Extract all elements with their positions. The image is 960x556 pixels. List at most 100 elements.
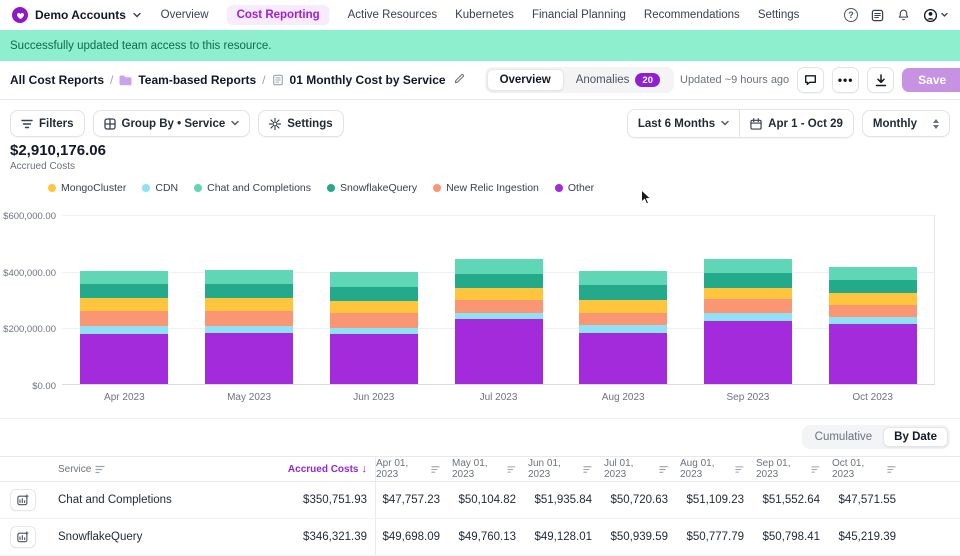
chevron-down-icon <box>941 13 948 18</box>
table-row-chat-and-completions[interactable]: Chat and Completions$350,751.93$47,757.2… <box>0 482 960 519</box>
bar-segment-snowflakequery[interactable] <box>330 287 418 301</box>
tab-overview[interactable]: Overview <box>487 69 564 91</box>
bar-segment-new-relic-ingestion[interactable] <box>205 311 293 326</box>
toggle-cumulative[interactable]: Cumulative <box>804 427 884 447</box>
date-preset-button[interactable]: Last 6 Months <box>628 110 740 137</box>
nav-item-financial-planning[interactable]: Financial Planning <box>532 9 626 21</box>
nav-item-active-resources[interactable]: Active Resources <box>348 9 437 21</box>
toggle-by-date[interactable]: By Date <box>883 427 948 447</box>
download-button[interactable] <box>867 67 894 93</box>
bar-segment-chat-and-completions[interactable] <box>579 271 667 285</box>
bar-segment-other[interactable] <box>330 334 418 384</box>
bar-segment-cdn[interactable] <box>330 328 418 335</box>
workspace-switcher[interactable]: Demo Accounts <box>12 7 141 23</box>
bar-segment-chat-and-completions[interactable] <box>455 259 543 273</box>
nav-item-settings[interactable]: Settings <box>758 9 800 21</box>
bar-segment-mongocluster[interactable] <box>205 298 293 311</box>
nav-item-recommendations[interactable]: Recommendations <box>644 9 740 21</box>
legend-item-other[interactable]: Other <box>555 182 594 194</box>
bar-jun-2023[interactable] <box>330 272 418 384</box>
bar-segment-cdn[interactable] <box>829 317 917 324</box>
bar-segment-mongocluster[interactable] <box>704 288 792 300</box>
legend-item-snowflakequery[interactable]: SnowflakeQuery <box>327 182 417 194</box>
edit-report-name-button[interactable] <box>452 73 467 87</box>
bar-segment-snowflakequery[interactable] <box>80 284 168 298</box>
bar-segment-mongocluster[interactable] <box>455 288 543 300</box>
column-header-may-01-2023[interactable]: May 01, 2023 <box>452 457 528 481</box>
chevron-down-icon <box>133 13 141 18</box>
legend-item-cdn[interactable]: CDN <box>142 182 178 194</box>
bar-segment-new-relic-ingestion[interactable] <box>455 300 543 314</box>
bar-apr-2023[interactable] <box>80 271 168 384</box>
filters-button[interactable]: Filters <box>10 110 85 137</box>
date-range-button[interactable]: Apr 1 - Oct 29 <box>740 110 853 137</box>
bar-segment-mongocluster[interactable] <box>579 300 667 314</box>
save-button[interactable]: Save <box>902 68 960 92</box>
bar-segment-mongocluster[interactable] <box>80 298 168 310</box>
granularity-select[interactable]: Monthly <box>862 110 950 137</box>
help-icon[interactable]: ? <box>844 8 858 22</box>
bar-segment-new-relic-ingestion[interactable] <box>330 313 418 328</box>
bar-segment-cdn[interactable] <box>579 325 667 332</box>
more-options-button[interactable]: ••• <box>832 67 859 93</box>
table-row-snowflakequery[interactable]: SnowflakeQuery$346,321.39$49,698.09$49,7… <box>0 519 960 556</box>
bar-segment-snowflakequery[interactable] <box>704 273 792 287</box>
bar-segment-chat-and-completions[interactable] <box>330 272 418 287</box>
column-header-accrued-costs[interactable]: Accrued Costs↓ <box>260 457 376 481</box>
nav-item-kubernetes[interactable]: Kubernetes <box>455 9 514 21</box>
group-by-button[interactable]: Group By • Service <box>93 110 251 137</box>
breadcrumb-all-cost-reports[interactable]: All Cost Reports <box>10 73 104 87</box>
nav-item-cost-reporting[interactable]: Cost Reporting <box>227 5 330 25</box>
bar-segment-other[interactable] <box>579 333 667 384</box>
column-header-oct-01-2023[interactable]: Oct 01, 2023 <box>832 457 908 481</box>
bar-segment-snowflakequery[interactable] <box>205 284 293 298</box>
bar-segment-cdn[interactable] <box>704 313 792 320</box>
bar-segment-new-relic-ingestion[interactable] <box>704 299 792 313</box>
bar-segment-cdn[interactable] <box>80 326 168 333</box>
bar-segment-other[interactable] <box>455 319 543 384</box>
open-resource-report-button[interactable] <box>10 489 36 511</box>
column-header-jun-01-2023[interactable]: Jun 01, 2023 <box>528 457 604 481</box>
bar-sep-2023[interactable] <box>704 259 792 384</box>
settings-button[interactable]: Settings <box>258 110 343 137</box>
bar-segment-other[interactable] <box>205 333 293 384</box>
bar-segment-new-relic-ingestion[interactable] <box>829 305 917 317</box>
comments-button[interactable] <box>797 67 824 93</box>
notifications-bell-icon[interactable] <box>897 8 910 22</box>
bar-segment-new-relic-ingestion[interactable] <box>579 313 667 325</box>
top-navbar: Demo Accounts Overview Cost Reporting Acti… <box>0 0 960 30</box>
bar-jul-2023[interactable] <box>455 259 543 384</box>
nav-item-overview[interactable]: Overview <box>161 9 209 21</box>
column-header-jul-01-2023[interactable]: Jul 01, 2023 <box>604 457 680 481</box>
bar-segment-snowflakequery[interactable] <box>829 280 917 293</box>
bar-segment-new-relic-ingestion[interactable] <box>80 311 168 326</box>
bar-segment-snowflakequery[interactable] <box>579 285 667 299</box>
open-resource-report-button[interactable] <box>10 526 36 548</box>
bar-segment-chat-and-completions[interactable] <box>829 267 917 280</box>
legend-item-new-relic-ingestion[interactable]: New Relic Ingestion <box>433 182 539 194</box>
bar-segment-other[interactable] <box>80 334 168 384</box>
legend-item-mongocluster[interactable]: MongoCluster <box>48 182 126 194</box>
bar-segment-chat-and-completions[interactable] <box>704 259 792 274</box>
tab-anomalies[interactable]: Anomalies 20 <box>564 69 672 91</box>
bar-segment-mongocluster[interactable] <box>829 293 917 305</box>
changelog-icon[interactable] <box>871 9 884 22</box>
bar-aug-2023[interactable] <box>579 271 667 384</box>
breadcrumb-folder[interactable]: Team-based Reports <box>138 73 256 87</box>
bar-segment-snowflakequery[interactable] <box>455 274 543 288</box>
bar-segment-other[interactable] <box>829 324 917 384</box>
bar-segment-cdn[interactable] <box>205 326 293 333</box>
bar-segment-chat-and-completions[interactable] <box>205 270 293 284</box>
bar-may-2023[interactable] <box>205 270 293 384</box>
bar-segment-chat-and-completions[interactable] <box>80 271 168 285</box>
bar-segment-other[interactable] <box>704 321 792 384</box>
legend-item-chat-and-completions[interactable]: Chat and Completions <box>194 182 311 194</box>
column-header-service[interactable]: Service <box>44 457 260 481</box>
column-header-sep-01-2023[interactable]: Sep 01, 2023 <box>756 457 832 481</box>
column-header-apr-01-2023[interactable]: Apr 01, 2023 <box>376 457 452 481</box>
account-menu[interactable] <box>923 8 948 23</box>
column-header-aug-01-2023[interactable]: Aug 01, 2023 <box>680 457 756 481</box>
bar-oct-2023[interactable] <box>829 267 917 384</box>
bar-segment-mongocluster[interactable] <box>330 301 418 313</box>
speech-bubble-icon <box>804 74 817 86</box>
